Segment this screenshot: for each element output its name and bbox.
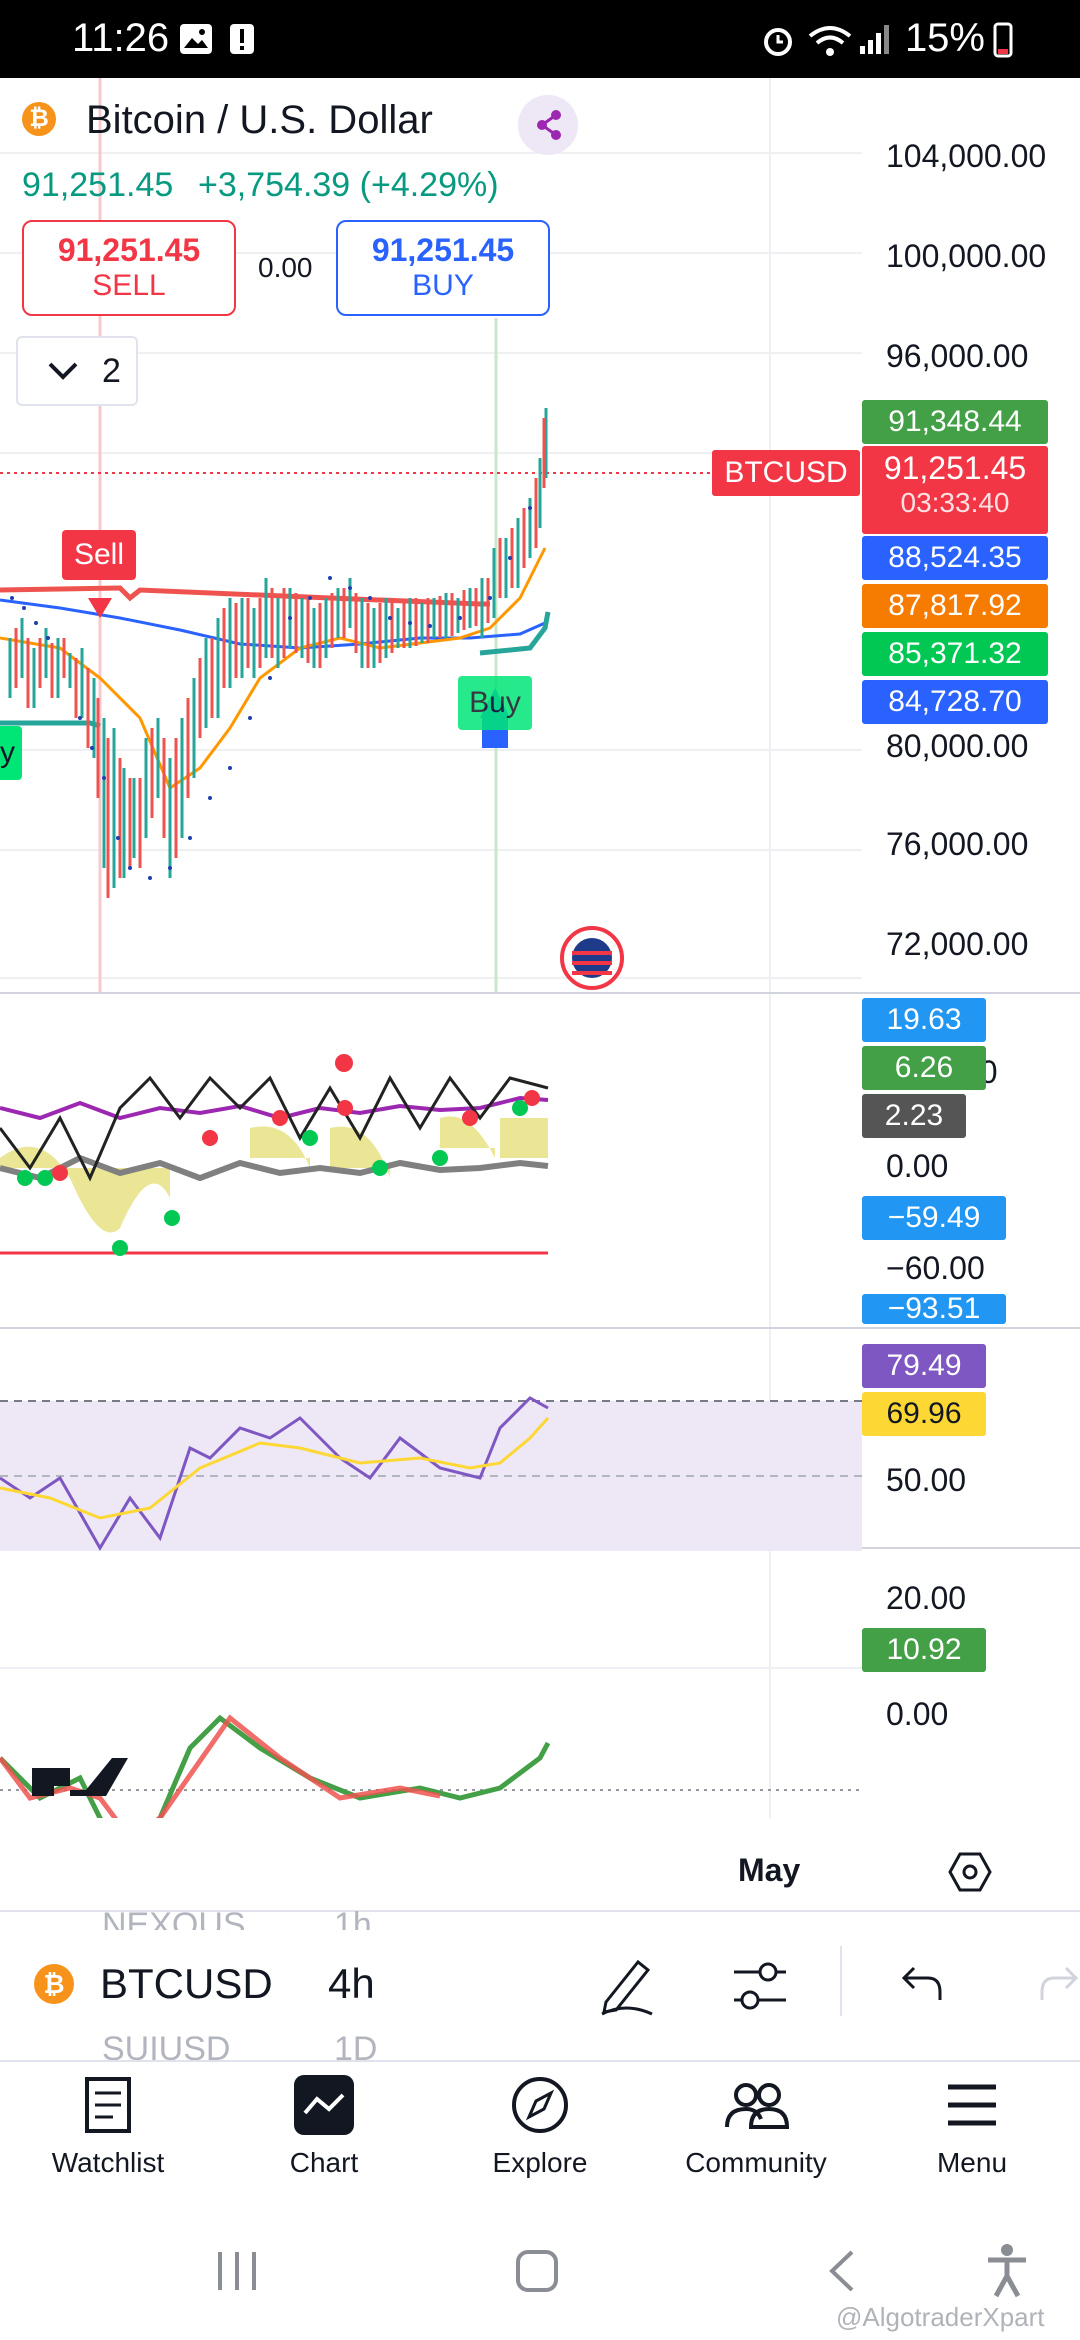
watchlist-icon (85, 2077, 131, 2133)
ind1-tag-e: −93.51 (862, 1294, 1006, 1324)
symbol-price-tag: BTCUSD (712, 450, 860, 496)
buy-signal-label: Buy (458, 676, 532, 730)
price-tag-green-2: 85,371.32 (862, 632, 1048, 676)
ind3-axis-20: 20.00 (886, 1580, 967, 1616)
compass-icon (512, 2077, 568, 2133)
nav-watchlist[interactable]: Watchlist (18, 2075, 198, 2179)
bitcoin-icon: ₿ (34, 1964, 74, 2004)
nav-menu[interactable]: Menu (882, 2075, 1062, 2179)
ind1-axis-zero: 0.00 (886, 1148, 949, 1184)
rsi-axis-50: 50.00 (886, 1462, 967, 1498)
nav-label: Community (685, 2147, 827, 2178)
status-time: 11:26 (72, 16, 170, 60)
bitcoin-coin-icon: ₿ (22, 102, 56, 136)
buy-label: BUY (412, 269, 474, 302)
price-tag-orange: 87,817.92 (862, 584, 1048, 628)
alert-icon (230, 24, 254, 54)
price-tag-blue-2: 84,728.70 (862, 680, 1048, 724)
current-interval[interactable]: 4h (328, 1960, 375, 2008)
nav-label: Watchlist (51, 2147, 165, 2178)
drawing-tools-icon[interactable] (596, 1952, 658, 2018)
price-axis-label: 100,000.00 (886, 238, 1047, 274)
price-axis-label: 76,000.00 (886, 826, 1029, 862)
symbol-title[interactable]: Bitcoin / U.S. Dollar (86, 98, 433, 143)
header-price: 91,251.45 (22, 166, 174, 204)
sell-label: SELL (92, 269, 166, 302)
prev-interval[interactable]: 1h (334, 1906, 372, 1930)
price-tag-blue: 88,524.35 (862, 536, 1048, 580)
price-axis-label: 96,000.00 (886, 338, 1029, 374)
divider (0, 2060, 1080, 2062)
sell-price: 91,251.45 (57, 232, 201, 268)
undo-icon[interactable] (896, 1962, 946, 2006)
sell-button[interactable]: 91,251.45 SELL (22, 220, 236, 316)
indicator-settings-icon[interactable] (730, 1958, 790, 2014)
ind1-tag-d: −59.49 (862, 1196, 1006, 1240)
next-symbol[interactable]: SUIUSD (102, 2030, 230, 2060)
ind1-tag-c: 2.23 (862, 1094, 966, 1138)
chevron-down-icon (48, 362, 78, 380)
chart-icon (294, 2075, 354, 2135)
current-symbol[interactable]: BTCUSD (100, 1960, 273, 2008)
ind1-tag-b: 6.26 (862, 1046, 986, 1090)
nav-chart[interactable]: Chart (234, 2075, 414, 2179)
back-icon[interactable] (822, 2248, 862, 2294)
rsi-tag-b: 69.96 (862, 1392, 986, 1436)
community-icon (725, 2083, 790, 2129)
share-icon (537, 110, 561, 140)
menu-icon (948, 2084, 996, 2126)
toolbar-divider (840, 1946, 842, 2016)
indicators-count: 2 (102, 352, 121, 390)
current-price: 91,251.45 (883, 450, 1027, 486)
home-icon[interactable] (512, 2248, 562, 2294)
redo-icon[interactable] (1036, 1962, 1080, 2006)
ind1-tag-a: 19.63 (862, 998, 986, 1042)
rsi-tag-a: 79.49 (862, 1344, 986, 1388)
current-price-tag: 91,251.45 03:33:40 (862, 446, 1048, 534)
price-axis-label: 104,000.00 (886, 138, 1047, 174)
ind3-tag: 10.92 (862, 1628, 986, 1672)
signal-icon (860, 25, 889, 54)
sell-signal-label: Sell (62, 530, 136, 580)
buy-signal-label-left: y (0, 726, 22, 780)
wifi-icon (808, 26, 852, 56)
status-bar: 11:26 15% (0, 0, 1080, 78)
nav-community[interactable]: Community (666, 2075, 846, 2179)
watermark: @AlgotraderXpart (836, 2302, 1045, 2332)
price-axis-label: 72,000.00 (886, 926, 1029, 962)
prev-symbol[interactable]: NEXOUS (102, 1906, 246, 1930)
buy-price: 91,251.45 (371, 232, 515, 268)
recent-apps-icon[interactable] (210, 2248, 264, 2294)
buy-button[interactable]: 91,251.45 BUY (336, 220, 550, 316)
next-interval[interactable]: 1D (334, 2030, 377, 2060)
share-button[interactable] (518, 95, 578, 155)
alarm-icon (764, 28, 792, 56)
settings-hexagon-icon[interactable] (948, 1850, 992, 1894)
price-axis-label: 80,000.00 (886, 728, 1029, 764)
battery-percent: 15% (904, 16, 985, 60)
nav-label: Chart (289, 2147, 359, 2178)
header-change: +3,754.39 (+4.29%) (198, 166, 499, 204)
price-tag-green: 91,348.44 (862, 400, 1048, 444)
time-axis-label: May (738, 1852, 801, 1888)
ind3-axis-0: 0.00 (886, 1696, 949, 1732)
ind1-axis-neg: −60.00 (886, 1250, 985, 1286)
nav-label: Menu (936, 2147, 1008, 2178)
battery-icon (993, 22, 1013, 58)
nav-label: Explore (492, 2147, 588, 2178)
accessibility-icon[interactable] (984, 2242, 1030, 2298)
bar-countdown: 03:33:40 (900, 487, 1010, 518)
indicators-toggle[interactable]: 2 (16, 336, 138, 406)
nav-explore[interactable]: Explore (450, 2075, 630, 2179)
spread-value: 0.00 (258, 252, 313, 283)
gallery-icon (180, 24, 212, 54)
